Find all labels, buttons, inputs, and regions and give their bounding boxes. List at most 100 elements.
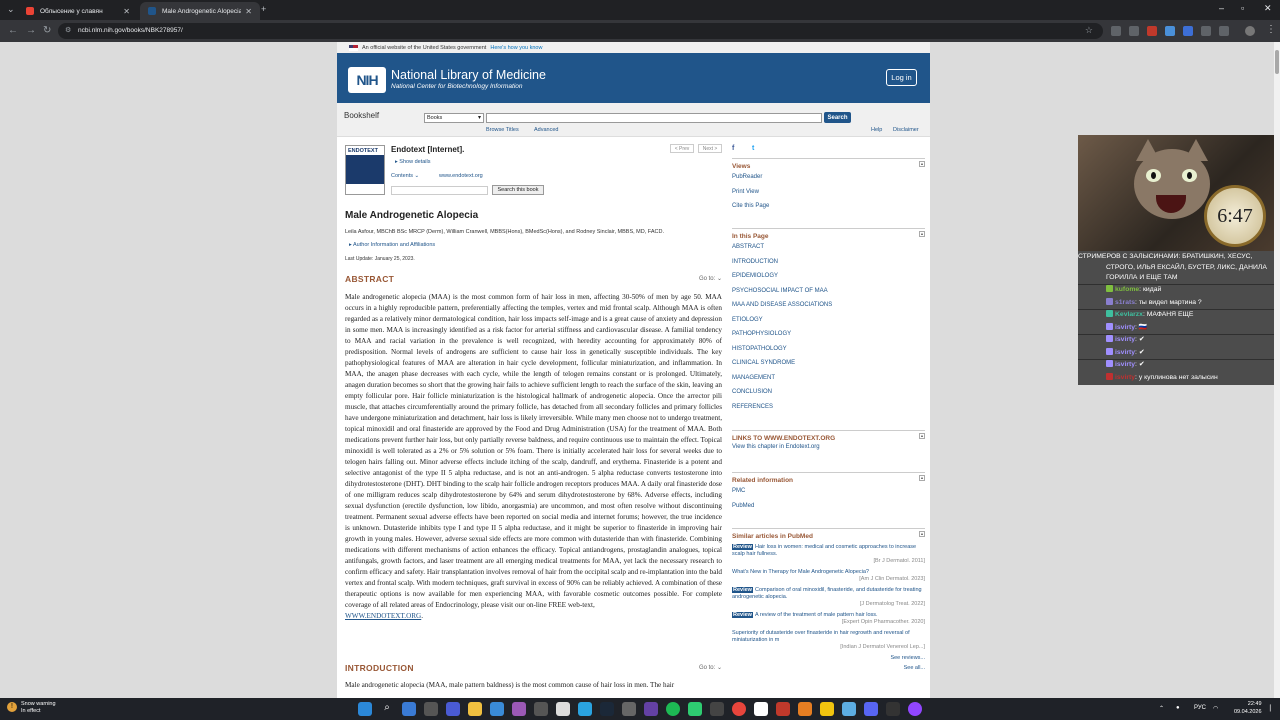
browser-tab-1[interactable]: Облысение у славян ✕	[18, 2, 138, 20]
extension-icon[interactable]	[1183, 26, 1193, 36]
site-info-icon[interactable]: ⚙	[65, 26, 71, 34]
close-tab-icon[interactable]: ✕	[245, 7, 252, 16]
advanced-search-link[interactable]: Advanced	[534, 127, 558, 133]
discord-icon[interactable]	[864, 702, 878, 716]
tab-search-icon[interactable]: ⌄	[7, 4, 15, 15]
nlm-title[interactable]: National Library of Medicine	[391, 68, 546, 82]
collapse-icon[interactable]: ▴	[919, 433, 925, 439]
similar-article[interactable]: Review A review of the treatment of male …	[732, 612, 925, 626]
spotify-icon[interactable]	[666, 702, 680, 716]
search-input[interactable]	[486, 113, 822, 123]
pmc-link[interactable]: PMC	[732, 484, 925, 499]
cite-page-link[interactable]: Cite this Page	[732, 199, 925, 214]
toc-item[interactable]: REFERENCES	[732, 400, 925, 415]
database-select[interactable]: Books	[424, 113, 484, 123]
similar-article[interactable]: What's New in Therapy for Male Androgene…	[732, 569, 925, 583]
taskbar-app-icon[interactable]	[424, 702, 438, 716]
taskbar-app-icon[interactable]	[556, 702, 570, 716]
taskbar-app-icon[interactable]	[842, 702, 856, 716]
pubreader-link[interactable]: PubReader	[732, 170, 925, 185]
new-tab-icon[interactable]: +	[261, 4, 266, 14]
taskbar-app-icon[interactable]	[688, 702, 702, 716]
goto-menu[interactable]: Go to: ⌄	[699, 664, 722, 671]
toc-item[interactable]: MANAGEMENT	[732, 371, 925, 386]
steam-icon[interactable]	[600, 702, 614, 716]
endotext-chapter-link[interactable]: View this chapter in Endotext.org	[732, 442, 925, 453]
pubmed-link[interactable]: PubMed	[732, 499, 925, 514]
taskbar-app-icon[interactable]	[534, 702, 548, 716]
see-all-link[interactable]: See all...	[732, 665, 925, 671]
contents-dropdown[interactable]: Contents ⌄	[391, 173, 419, 179]
browser-tab-2[interactable]: Male Androgenetic Alopecia - E ✕	[140, 2, 260, 20]
toc-item[interactable]: CLINICAL SYNDROME	[732, 356, 925, 371]
page-scrollbar[interactable]	[1274, 42, 1280, 698]
back-icon[interactable]: ←	[8, 25, 18, 36]
similar-article[interactable]: Superiority of dutasteride over finaster…	[732, 630, 925, 651]
similar-article[interactable]: Review Hair loss in women: medical and co…	[732, 544, 925, 565]
book-search-input[interactable]	[391, 186, 488, 195]
minimize-icon[interactable]: –	[1219, 3, 1224, 13]
close-window-icon[interactable]: ✕	[1264, 3, 1272, 14]
browse-titles-link[interactable]: Browse Titles	[486, 127, 519, 133]
profile-avatar-icon[interactable]	[1245, 26, 1255, 36]
taskbar-app-icon[interactable]	[490, 702, 504, 716]
extension-icon[interactable]	[1147, 26, 1157, 36]
toc-item[interactable]: MAA AND DISEASE ASSOCIATIONS	[732, 298, 925, 313]
language-indicator[interactable]: РУС	[1194, 705, 1206, 711]
file-explorer-icon[interactable]	[468, 702, 482, 716]
menu-dots-icon[interactable]: ⋮	[1266, 24, 1276, 35]
endotext-site-link[interactable]: www.endotext.org	[439, 173, 483, 179]
close-tab-icon[interactable]: ✕	[123, 7, 130, 16]
twitter-icon[interactable]: t	[752, 145, 754, 152]
collapse-icon[interactable]: ▴	[919, 161, 925, 167]
taskbar-search-icon[interactable]: ⌕	[380, 702, 394, 716]
maximize-icon[interactable]: ▫	[1241, 3, 1244, 13]
toc-item[interactable]: HISTOPATHOLOGY	[732, 342, 925, 357]
taskbar-app-icon[interactable]	[446, 702, 460, 716]
address-bar[interactable]: ⚙ ncbi.nlm.nih.gov/books/NBK278957/ ☆	[58, 23, 1103, 39]
help-link[interactable]: Help	[871, 127, 882, 133]
toc-item[interactable]: INTRODUCTION	[732, 255, 925, 270]
extension-icon[interactable]	[1129, 26, 1139, 36]
notification-icon[interactable]: ▏	[1270, 705, 1275, 712]
extension-icon[interactable]	[1111, 26, 1121, 36]
toc-item[interactable]: CONCLUSION	[732, 385, 925, 400]
system-clock[interactable]: 22:49 09.04.2026	[1234, 701, 1262, 716]
bookmark-star-icon[interactable]: ☆	[1085, 25, 1093, 36]
next-page-button[interactable]: Next >	[698, 144, 722, 153]
taskbar-app-icon[interactable]	[402, 702, 416, 716]
extension-icon[interactable]	[1165, 26, 1175, 36]
network-icon[interactable]: ◠	[1213, 705, 1218, 712]
see-reviews-link[interactable]: See reviews...	[732, 655, 925, 661]
taskbar-app-icon[interactable]	[710, 702, 724, 716]
heres-how-link[interactable]: Here's how you know	[490, 45, 542, 51]
collapse-icon[interactable]: ▴	[919, 475, 925, 481]
book-cover-image[interactable]: ENDOTEXT	[345, 145, 385, 195]
extensions-puzzle-icon[interactable]	[1219, 26, 1229, 36]
tray-chevron-icon[interactable]: ⌃	[1159, 705, 1164, 712]
toc-item[interactable]: PATHOPHYSIOLOGY	[732, 327, 925, 342]
login-button[interactable]: Log in	[886, 69, 917, 86]
search-button[interactable]: Search	[824, 112, 851, 123]
taskbar-app-icon[interactable]	[622, 702, 636, 716]
toc-item[interactable]: PSYCHOSOCIAL IMPACT OF MAA	[732, 284, 925, 299]
author-affiliations-link[interactable]: ▸ Author Information and Affiliations	[349, 242, 435, 248]
taskbar-app-icon[interactable]	[644, 702, 658, 716]
telegram-icon[interactable]	[578, 702, 592, 716]
start-icon[interactable]	[358, 702, 372, 716]
forward-icon[interactable]: →	[26, 25, 36, 36]
toc-item[interactable]: ABSTRACT	[732, 240, 925, 255]
nih-logo[interactable]: NIH	[348, 67, 386, 93]
facebook-icon[interactable]: f	[732, 145, 734, 152]
goto-menu[interactable]: Go to: ⌄	[699, 275, 722, 282]
print-view-link[interactable]: Print View	[732, 185, 925, 200]
tray-icon[interactable]: ●	[1176, 705, 1180, 711]
disclaimer-link[interactable]: Disclaimer	[893, 127, 919, 133]
taskbar-app-icon[interactable]	[512, 702, 526, 716]
collapse-icon[interactable]: ▴	[919, 231, 925, 237]
taskbar-app-icon[interactable]	[776, 702, 790, 716]
extension-icon[interactable]	[1201, 26, 1211, 36]
similar-article[interactable]: Review Comparison of oral minoxidil, fina…	[732, 587, 925, 608]
weather-widget[interactable]: ! Snow warning In effect	[7, 701, 56, 715]
toc-item[interactable]: ETIOLOGY	[732, 313, 925, 328]
